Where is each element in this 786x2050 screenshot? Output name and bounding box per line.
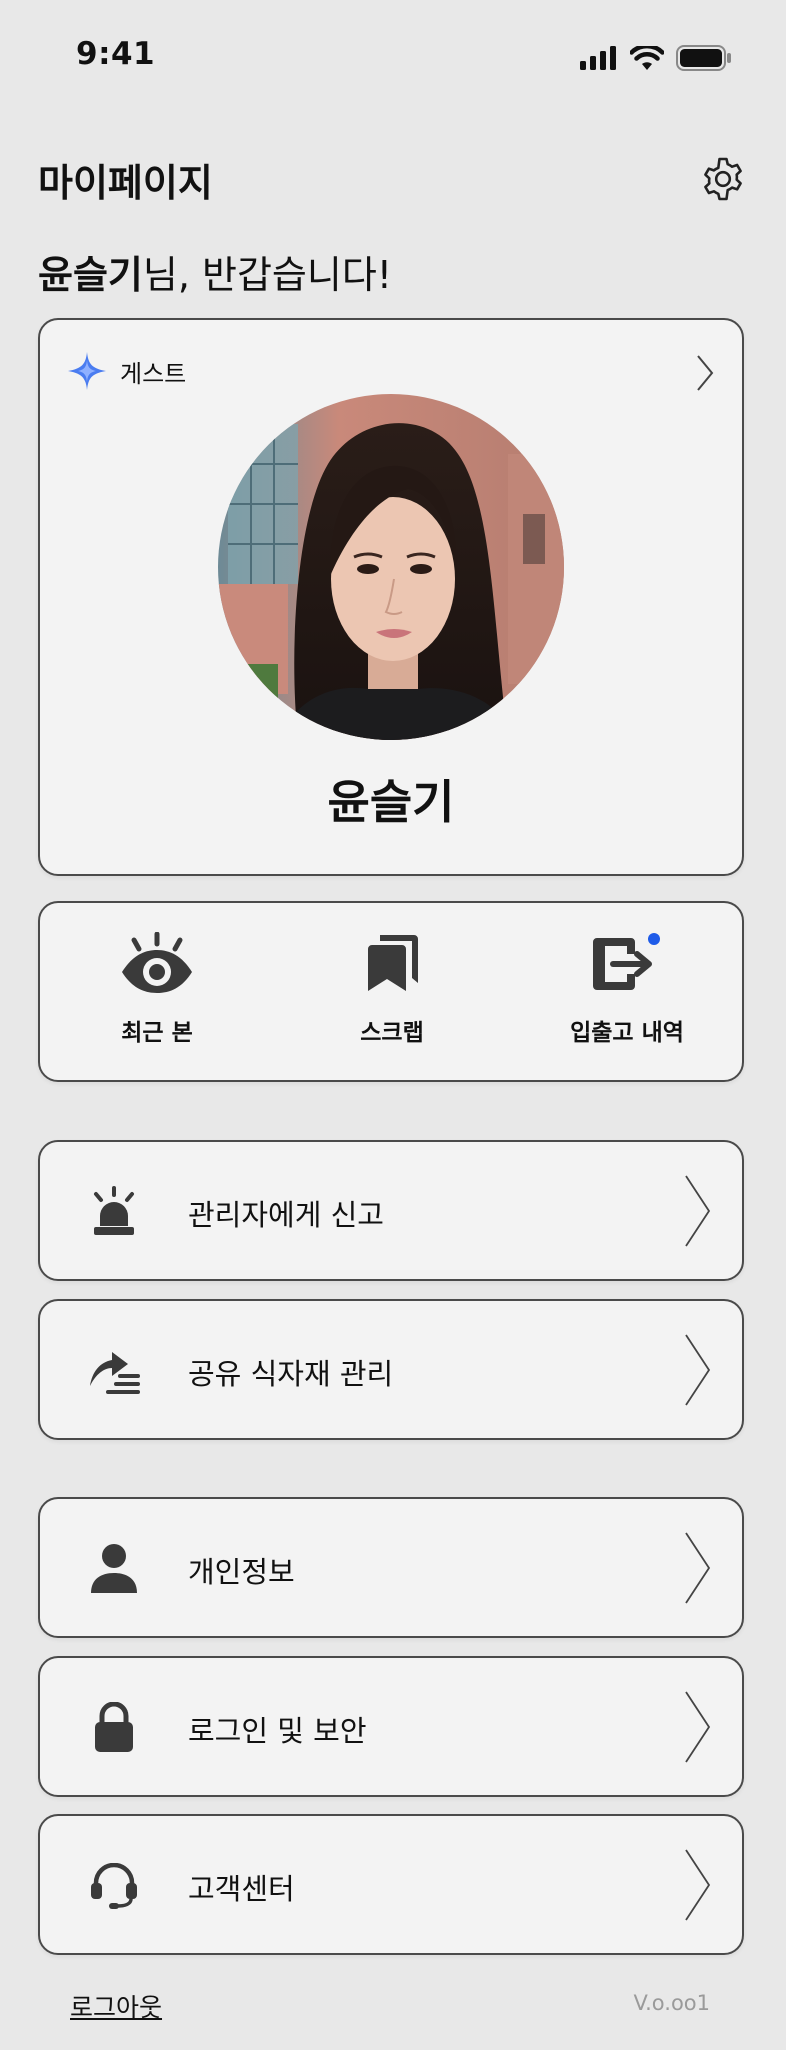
- quick-actions-card: 최근 본 스크랩 입출고 내역: [38, 901, 744, 1082]
- chevron-right-icon: [684, 1848, 712, 1926]
- avatar: [218, 394, 564, 740]
- greeting-suffix: 님, 반갑습니다!: [142, 253, 393, 297]
- person-icon: [80, 1535, 148, 1603]
- exit-arrow-icon: [591, 931, 663, 995]
- menu-label: 개인정보: [188, 1555, 295, 1589]
- page-title: 마이페이지: [38, 161, 213, 205]
- chevron-right-icon: [684, 1174, 712, 1252]
- menu-label: 관리자에게 신고: [188, 1198, 384, 1232]
- quick-action-label: 입출고 내역: [570, 1020, 684, 1046]
- menu-label: 고객센터: [188, 1872, 295, 1906]
- profile-card[interactable]: 게스트 윤슬기: [38, 318, 744, 876]
- menu-item-shared-ingredients[interactable]: 공유 식자재 관리: [38, 1299, 744, 1440]
- menu-label: 공유 식자재 관리: [188, 1357, 394, 1391]
- alarm-siren-icon: [80, 1178, 148, 1246]
- lock-icon: [80, 1694, 148, 1762]
- version-text: V.o.oo1: [633, 1991, 710, 2015]
- quick-action-label: 최근 본: [121, 1020, 193, 1046]
- headset-icon: [80, 1852, 148, 1920]
- gear-icon: [704, 157, 742, 201]
- profile-chevron-icon[interactable]: [696, 354, 714, 396]
- quick-action-label: 스크랩: [360, 1020, 424, 1046]
- quick-action-history[interactable]: 입출고 내역: [510, 931, 744, 1047]
- greeting-name: 윤슬기: [38, 253, 143, 297]
- menu-item-login-security[interactable]: 로그인 및 보안: [38, 1656, 744, 1797]
- share-list-icon: [80, 1337, 148, 1405]
- chevron-right-icon: [684, 1690, 712, 1768]
- sparkle-icon: [68, 352, 106, 390]
- signal-icon: [580, 46, 616, 70]
- quick-action-recent[interactable]: 최근 본: [40, 931, 274, 1047]
- menu-item-customer-center[interactable]: 고객센터: [38, 1814, 744, 1955]
- menu-item-personal-info[interactable]: 개인정보: [38, 1497, 744, 1638]
- role-badge: 게스트: [68, 352, 186, 390]
- role-label: 게스트: [120, 359, 187, 388]
- wifi-icon: [630, 45, 664, 70]
- eye-icon: [120, 931, 194, 995]
- bookmark-stack-icon: [364, 931, 420, 995]
- notification-dot: [648, 933, 660, 945]
- chevron-right-icon: [684, 1333, 712, 1411]
- quick-action-scrap[interactable]: 스크랩: [275, 931, 509, 1047]
- menu-item-report[interactable]: 관리자에게 신고: [38, 1140, 744, 1281]
- greeting: 윤슬기님, 반갑습니다!: [38, 244, 392, 299]
- battery-icon: [676, 45, 731, 71]
- chevron-right-icon: [684, 1531, 712, 1609]
- logout-link[interactable]: 로그아웃: [70, 1988, 162, 2024]
- menu-label: 로그인 및 보안: [188, 1714, 367, 1748]
- profile-name: 윤슬기: [327, 775, 455, 829]
- status-time: 9:41: [76, 36, 156, 72]
- status-icons: [580, 45, 732, 71]
- settings-button[interactable]: [697, 153, 749, 205]
